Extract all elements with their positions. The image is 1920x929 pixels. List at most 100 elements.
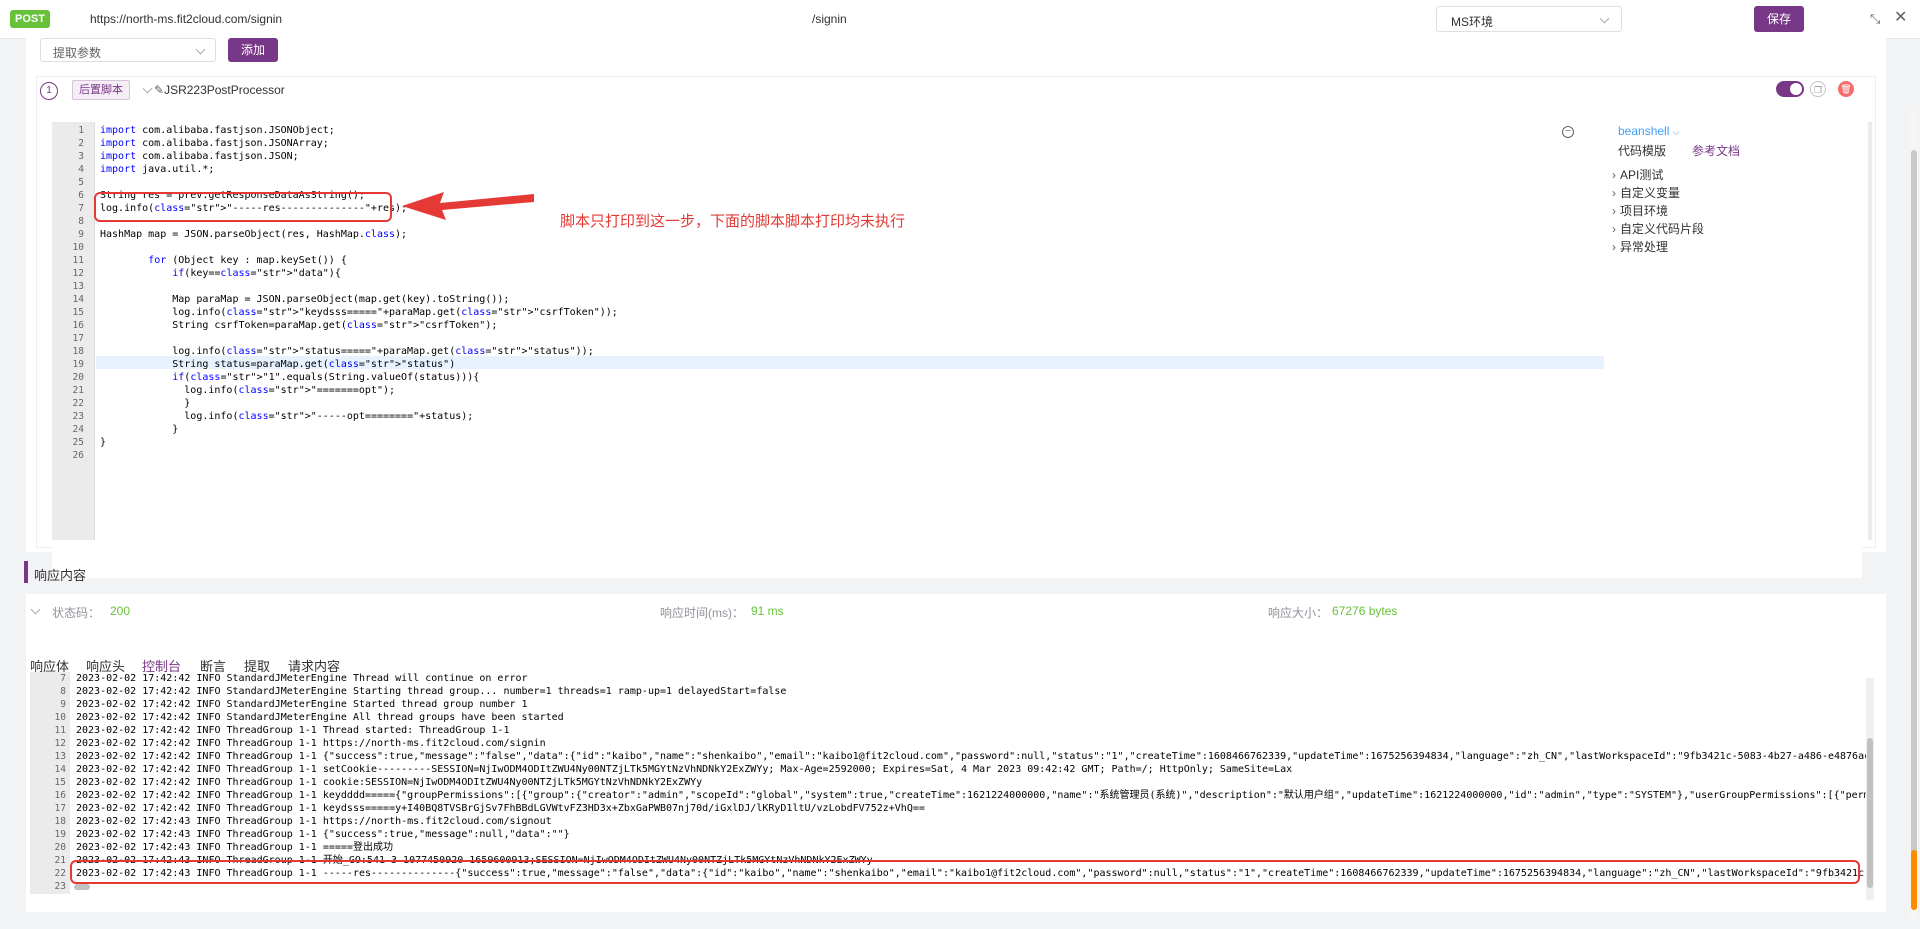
script-language-value: beanshell xyxy=(1618,124,1670,138)
code-line[interactable]: String status=paraMap.get(class="str">"s… xyxy=(100,358,455,371)
code-line[interactable]: if(key==class="str">"data"){ xyxy=(100,267,341,280)
script-editor[interactable]: 1 import com.alibaba.fastjson.JSONObject;… xyxy=(52,122,1862,578)
code-line[interactable]: } xyxy=(100,397,190,410)
console-line-number: 17 xyxy=(54,803,66,814)
console-line-number: 23 xyxy=(54,881,66,892)
console-line: 2023-02-02 17:42:42 INFO StandardJMeterE… xyxy=(76,699,528,710)
line-number: 22 xyxy=(72,398,84,409)
console-vscroll-thumb[interactable] xyxy=(1867,738,1873,888)
processor-name-text: JSR223PostProcessor xyxy=(164,83,285,97)
console-line: 2023-02-02 17:42:42 INFO StandardJMeterE… xyxy=(76,673,528,684)
response-time-label: 响应时间(ms)： xyxy=(660,606,744,620)
chevron-down-icon[interactable] xyxy=(30,604,41,615)
request-path: /signin xyxy=(812,12,847,26)
line-number: 6 xyxy=(78,190,84,201)
console-line-number: 8 xyxy=(60,686,66,697)
line-number: 2 xyxy=(78,138,84,149)
console-line-number: 19 xyxy=(54,829,66,840)
code-line[interactable]: } xyxy=(100,436,106,449)
console-line-number: 11 xyxy=(54,725,66,736)
annotation-text: 脚本只打印到这一步，下面的脚本脚本打印均未执行 xyxy=(560,213,906,230)
editor-scrollbar[interactable] xyxy=(1868,122,1872,540)
console-line-number: 20 xyxy=(54,842,66,853)
console-line-number: 14 xyxy=(54,764,66,775)
response-size-value: 67276 bytes xyxy=(1332,604,1398,618)
console-line-number: 21 xyxy=(54,855,66,866)
extract-param-placeholder: 提取参数 xyxy=(53,46,102,60)
code-line[interactable]: HashMap map = JSON.parseObject(res, Hash… xyxy=(100,228,407,241)
console-line: 2023-02-02 17:42:42 INFO ThreadGroup 1-1… xyxy=(76,725,510,736)
enable-toggle[interactable] xyxy=(1776,81,1804,97)
code-line[interactable]: import com.alibaba.fastjson.JSONArray; xyxy=(100,137,329,150)
code-line[interactable]: import java.util.*; xyxy=(100,163,214,176)
processor-name[interactable]: ✎JSR223PostProcessor xyxy=(154,83,285,97)
save-button[interactable]: 保存 xyxy=(1754,6,1804,32)
page-scroll-thumb[interactable] xyxy=(1911,150,1917,910)
line-number: 13 xyxy=(72,281,84,292)
console-line: 2023-02-02 17:42:42 INFO ThreadGroup 1-1… xyxy=(76,751,1870,762)
collapse-icon[interactable]: ⤡ xyxy=(1870,12,1884,26)
environment-value: MS环境 xyxy=(1451,15,1494,29)
console-line: 2023-02-02 17:42:42 INFO ThreadGroup 1-1… xyxy=(76,790,1870,801)
line-number: 3 xyxy=(78,151,84,162)
line-number: 10 xyxy=(72,242,84,253)
annotation-box-code xyxy=(94,192,392,222)
code-line[interactable]: log.info(class="str">"status====="+paraM… xyxy=(100,345,593,358)
snippet-custom-code[interactable]: 自定义代码片段 xyxy=(1612,220,1704,237)
console-line: 2023-02-02 17:42:42 INFO StandardJMeterE… xyxy=(76,686,787,697)
close-icon[interactable]: ✕ xyxy=(1894,10,1910,26)
snippet-project-env[interactable]: 项目环境 xyxy=(1612,202,1668,219)
line-number: 14 xyxy=(72,294,84,305)
page-scrollbar[interactable] xyxy=(1910,110,1918,920)
response-size-label: 响应大小： xyxy=(1268,606,1329,620)
delete-icon[interactable]: 🗑 xyxy=(1838,81,1854,97)
code-line[interactable]: log.info(class="str">"=======opt"); xyxy=(100,384,395,397)
console-line: 2023-02-02 17:42:42 INFO StandardJMeterE… xyxy=(76,712,564,723)
environment-select[interactable]: MS环境 xyxy=(1436,6,1622,32)
code-line[interactable]: String csrfToken=paraMap.get(class="str"… xyxy=(100,319,497,332)
line-number: 16 xyxy=(72,320,84,331)
console-vscroll[interactable] xyxy=(1866,678,1874,900)
console-line-number: 22 xyxy=(54,868,66,879)
line-number: 4 xyxy=(78,164,84,175)
code-line[interactable]: for (Object key : map.keySet()) { xyxy=(100,254,347,267)
code-template-link[interactable]: 代码模版 xyxy=(1618,142,1666,159)
response-title: 响应内容 xyxy=(34,568,87,583)
console-line: 2023-02-02 17:42:43 INFO ThreadGroup 1-1… xyxy=(76,829,570,840)
collapse-icon[interactable]: − xyxy=(1562,126,1574,138)
line-number: 18 xyxy=(72,346,84,357)
code-line[interactable]: } xyxy=(100,423,178,436)
request-url[interactable]: https://north-ms.fit2cloud.com/signin xyxy=(90,12,282,26)
code-line[interactable]: import com.alibaba.fastjson.JSON; xyxy=(100,150,299,163)
line-number: 5 xyxy=(78,177,84,188)
copy-icon[interactable]: ❐ xyxy=(1810,81,1826,97)
code-line[interactable]: log.info(class="str">"-----opt========"+… xyxy=(100,410,473,423)
console-line: 2023-02-02 17:42:42 INFO ThreadGroup 1-1… xyxy=(76,738,546,749)
add-button[interactable]: 添加 xyxy=(228,38,278,62)
console-line: 2023-02-02 17:42:43 INFO ThreadGroup 1-1… xyxy=(76,842,393,853)
reference-doc-link[interactable]: 参考文档 xyxy=(1692,142,1740,159)
line-number: 15 xyxy=(72,307,84,318)
console-hscroll[interactable] xyxy=(74,884,90,890)
code-line[interactable]: import com.alibaba.fastjson.JSONObject; xyxy=(100,124,335,137)
edit-icon[interactable]: ✎ xyxy=(154,83,164,97)
extract-param-select[interactable]: 提取参数 xyxy=(40,38,216,62)
line-number: 25 xyxy=(72,437,84,448)
console-line: 2023-02-02 17:42:42 INFO ThreadGroup 1-1… xyxy=(76,777,703,788)
script-language-select[interactable]: beanshell ⌵ xyxy=(1618,124,1680,138)
line-number: 20 xyxy=(72,372,84,383)
snippet-api-test[interactable]: API测试 xyxy=(1612,166,1663,183)
line-number: 9 xyxy=(78,229,84,240)
snippet-custom-variable[interactable]: 自定义变量 xyxy=(1612,184,1680,201)
code-line[interactable]: Map paraMap = JSON.parseObject(map.get(k… xyxy=(100,293,509,306)
console-line: 2023-02-02 17:42:43 INFO ThreadGroup 1-1… xyxy=(76,816,552,827)
code-line[interactable]: if(class="str">"1".equals(String.valueOf… xyxy=(100,371,479,384)
step-index: 1 xyxy=(40,82,58,100)
console-line-number: 7 xyxy=(60,673,66,684)
chevron-down-icon xyxy=(195,44,206,55)
code-line[interactable]: log.info(class="str">"keydsss====="+para… xyxy=(100,306,618,319)
line-number: 17 xyxy=(72,333,84,344)
console-line-number: 15 xyxy=(54,777,66,788)
snippet-exception[interactable]: 异常处理 xyxy=(1612,238,1668,255)
console-line-number: 12 xyxy=(54,738,66,749)
